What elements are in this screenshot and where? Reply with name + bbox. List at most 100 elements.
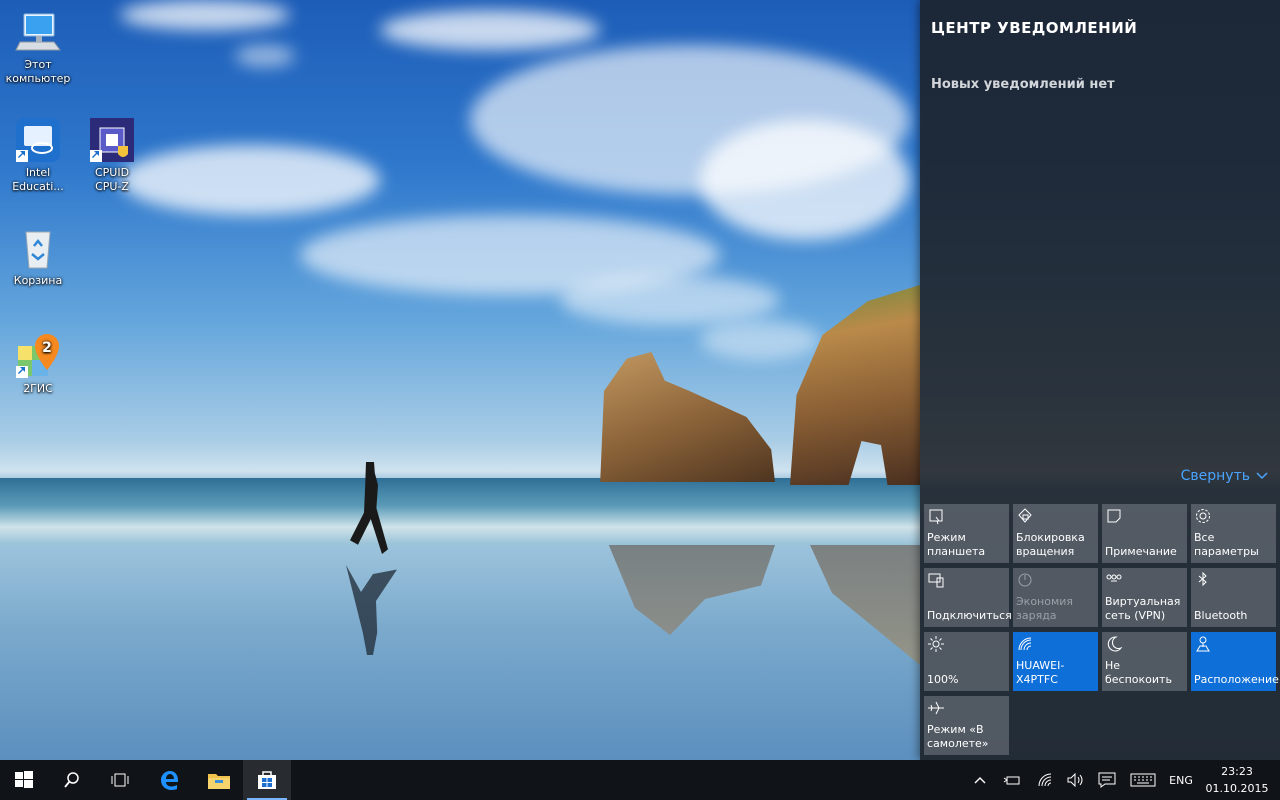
start-icon <box>15 771 33 788</box>
svg-text:2: 2 <box>42 340 52 356</box>
sea <box>0 478 920 548</box>
tile-label: Экономия заряда <box>1016 595 1074 622</box>
tile-wifi[interactable]: HUAWEI- X4PTFC <box>1013 632 1098 691</box>
beach <box>0 545 920 760</box>
desktop-icon-label: Этот компьютер <box>5 58 71 85</box>
tablet-mode-icon <box>929 509 943 525</box>
store-icon <box>258 771 276 789</box>
rock-formation <box>600 352 775 482</box>
search-icon <box>64 772 79 788</box>
tile-label: Примечание <box>1105 545 1177 558</box>
vpn-icon <box>1106 574 1122 582</box>
battery-tray-button[interactable] <box>1000 760 1024 800</box>
clock-date: 01.10.2015 <box>1205 782 1269 795</box>
chevron-up-icon <box>974 777 986 784</box>
edge-button[interactable] <box>146 760 194 800</box>
no-notifications-text: Новых уведомлений нет <box>931 77 1115 92</box>
chevron-down-icon <box>1256 472 1268 480</box>
desktop-icon-recycle-bin[interactable]: Корзина <box>0 224 76 288</box>
tile-tablet-mode[interactable]: Режим планшета <box>924 504 1009 563</box>
tile-label: Не беспокоить <box>1105 659 1172 686</box>
desktop-icon-intel-education[interactable]: Intel Educati... <box>0 116 76 194</box>
tile-connect[interactable]: Подключиться <box>924 568 1012 627</box>
wifi-icon <box>1038 773 1052 787</box>
intel-education-icon <box>14 116 62 164</box>
clock-time: 23:23 <box>1221 765 1253 778</box>
tile-label: Расположение <box>1194 673 1279 686</box>
tile-brightness[interactable]: 100% <box>924 632 1009 691</box>
tile-airplane-mode[interactable]: Режим «В самолете» <box>924 696 1009 755</box>
cloud <box>560 275 780 325</box>
speaker-icon <box>1067 773 1083 787</box>
action-center-button[interactable] <box>1094 760 1120 800</box>
bluetooth-icon <box>1198 571 1207 587</box>
tile-note[interactable]: Примечание <box>1102 504 1187 563</box>
start-button[interactable] <box>0 760 48 800</box>
notifications-icon <box>1098 772 1116 788</box>
settings-icon <box>1196 509 1210 523</box>
file-explorer-button[interactable] <box>195 760 243 800</box>
quiet-hours-icon <box>1107 636 1123 652</box>
tile-label: Режим планшета <box>927 531 986 558</box>
task-view-button[interactable] <box>96 760 144 800</box>
brightness-icon <box>928 636 944 652</box>
connect-icon <box>928 573 944 588</box>
desktop-icon-label: Корзина <box>13 274 63 287</box>
airplane-icon <box>928 701 944 715</box>
tile-label: 100% <box>927 673 959 686</box>
tile-vpn[interactable]: Виртуальная сеть (VPN) <box>1102 568 1187 627</box>
battery-saver-icon <box>1018 573 1032 587</box>
tile-rotation-lock[interactable]: Блокировка вращения <box>1013 504 1098 563</box>
input-language-button[interactable]: ENG <box>1164 760 1198 800</box>
desktop-icon-label: 2ГИС <box>23 382 53 395</box>
2gis-icon: 2 <box>14 332 62 380</box>
collapse-button[interactable]: Свернуть <box>1181 468 1268 484</box>
tile-label: Блокировка вращения <box>1016 531 1085 558</box>
tile-label: Режим «В самолете» <box>927 723 989 750</box>
desktop-icon-label: Intel Educati... <box>12 166 64 193</box>
tile-label: Bluetooth <box>1194 609 1248 622</box>
store-button[interactable] <box>243 760 291 800</box>
edge-icon <box>161 771 178 790</box>
cloud <box>380 10 600 50</box>
desktop-icon-2gis[interactable]: 2 2ГИС <box>0 332 76 396</box>
tile-label: Все параметры <box>1194 531 1259 558</box>
tile-quiet-hours[interactable]: Не беспокоить <box>1102 632 1187 691</box>
note-icon <box>1107 509 1121 523</box>
cloud <box>235 45 295 67</box>
touch-keyboard-button[interactable] <box>1126 760 1160 800</box>
collapse-label: Свернуть <box>1180 468 1250 484</box>
rotation-lock-icon <box>1018 508 1032 523</box>
desktop-icon-cpu-z[interactable]: CPUID CPU-Z <box>74 116 150 194</box>
cloud <box>120 145 380 215</box>
tile-all-settings[interactable]: Все параметры <box>1191 504 1276 563</box>
keyboard-icon <box>1130 773 1156 787</box>
tile-bluetooth[interactable]: Bluetooth <box>1191 568 1276 627</box>
task-view-icon <box>111 773 129 787</box>
desktop-icon-label: CPUID CPU-Z <box>94 166 130 193</box>
computer-icon <box>14 8 62 56</box>
tile-label: Виртуальная сеть (VPN) <box>1105 595 1181 622</box>
tile-label: Подключиться <box>927 609 1012 622</box>
tile-label: HUAWEI- X4PTFC <box>1016 659 1065 686</box>
location-icon <box>1196 636 1210 652</box>
tile-location[interactable]: Расположение <box>1191 632 1279 691</box>
network-tray-button[interactable] <box>1034 760 1058 800</box>
wifi-icon <box>1018 637 1032 651</box>
action-center-title: ЦЕНТР УВЕДОМЛЕНИЙ <box>931 19 1138 37</box>
volume-tray-button[interactable] <box>1064 760 1088 800</box>
tile-battery-saver[interactable]: Экономия заряда <box>1013 568 1098 627</box>
taskbar: ENG 23:23 01.10.2015 <box>0 760 1280 800</box>
cloud <box>700 320 820 360</box>
show-hidden-icons-button[interactable] <box>968 760 992 800</box>
recycle-bin-icon <box>14 224 62 272</box>
power-plug-icon <box>1003 776 1020 785</box>
rock-arch <box>790 285 920 485</box>
cloud <box>700 120 910 240</box>
clock-button[interactable]: 23:23 01.10.2015 <box>1200 763 1274 797</box>
search-button[interactable] <box>48 760 96 800</box>
cpu-z-icon <box>88 116 136 164</box>
desktop-icon-this-pc[interactable]: Этот компьютер <box>0 8 76 86</box>
file-explorer-icon <box>208 774 230 789</box>
cloud <box>120 0 290 30</box>
